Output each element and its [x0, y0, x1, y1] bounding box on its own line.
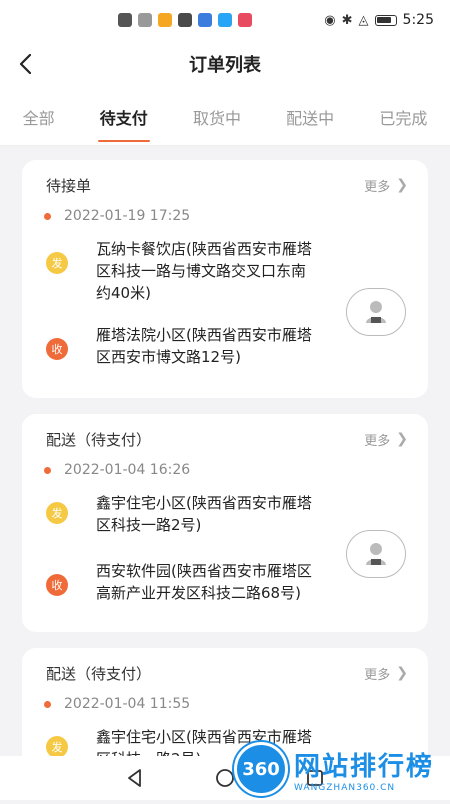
more-label: 更多	[364, 179, 391, 195]
eye-icon: ◉	[324, 12, 336, 28]
more-label: 更多	[364, 667, 391, 683]
order-card[interactable]: 待接单 更多 ❯ 2022-01-19 17:25 发 瓦纳卡餐饮店(陕西省西安…	[22, 160, 428, 398]
watermark-title: 网站排行榜	[294, 751, 435, 782]
chevron-right-icon: ❯	[396, 431, 408, 447]
sender-badge: 发	[46, 736, 68, 758]
app-icon	[178, 13, 192, 27]
wifi-icon	[138, 13, 152, 27]
receiver-badge: 收	[46, 574, 68, 596]
time-dot-icon	[44, 212, 51, 220]
chevron-right-icon: ❯	[396, 177, 408, 193]
sender-address: 瓦纳卡餐饮店(陕西省西安市雁塔区科技一路与博文路交叉口东南约40米)	[96, 240, 312, 302]
tab-pending-payment[interactable]: 待支付	[97, 88, 150, 146]
nav-back-icon[interactable]	[124, 767, 146, 789]
watermark-subtitle: WANGZHAN360.CN	[294, 782, 396, 793]
mute-icon: ◬	[358, 12, 369, 28]
receiver-badge: 收	[46, 338, 68, 360]
order-status: 待接单	[46, 176, 92, 195]
sender-row: 发 鑫宇住宅小区(陕西省西安市雁塔区科技一路2号)	[46, 492, 408, 536]
order-status: 配送（待支付）	[46, 664, 152, 683]
order-time: 2022-01-19 17:25	[64, 208, 191, 224]
more-button[interactable]: 更多 ❯	[364, 430, 408, 449]
watermark-badge: 360	[234, 742, 288, 796]
order-card[interactable]: 配送（待支付） 更多 ❯ 2022-01-04 16:26 发 鑫宇住宅小区(陕…	[22, 414, 428, 632]
app-icon	[238, 13, 252, 27]
tab-completed[interactable]: 已完成	[377, 88, 429, 146]
sender-badge: 发	[46, 252, 68, 274]
time-dot-icon	[44, 466, 51, 474]
header: 订单列表	[0, 40, 450, 88]
receiver-address: 雁塔法院小区(陕西省西安市雁塔区西安市博文路12号)	[96, 326, 312, 366]
chevron-right-icon: ❯	[396, 665, 408, 681]
order-tabs: 全部 待支付 取货中 配送中 已完成	[0, 88, 450, 146]
order-status: 配送（待支付）	[46, 430, 152, 449]
app-icon	[158, 13, 172, 27]
tab-all[interactable]: 全部	[21, 88, 57, 146]
courier-icon	[366, 543, 386, 565]
order-time: 2022-01-04 11:55	[64, 696, 191, 712]
battery-icon	[374, 14, 397, 26]
order-time: 2022-01-04 16:26	[64, 462, 191, 478]
back-arrow-icon[interactable]	[12, 50, 40, 78]
more-button[interactable]: 更多 ❯	[364, 176, 408, 195]
app-icon	[218, 13, 232, 27]
status-time: 5:25	[402, 12, 434, 28]
status-icons-right: ◉ ✱ ◬ 5:25	[324, 12, 434, 28]
status-icons-left	[118, 13, 252, 27]
receiver-address: 西安软件园(陕西省西安市雁塔区高新产业开发区科技二路68号)	[96, 562, 312, 602]
courier-icon	[366, 301, 386, 323]
tab-picking-up[interactable]: 取货中	[191, 88, 243, 146]
receiver-row: 收 雁塔法院小区(陕西省西安市雁塔区西安市博文路12号)	[46, 324, 408, 368]
courier-button[interactable]	[346, 530, 406, 578]
tab-delivering[interactable]: 配送中	[284, 88, 336, 146]
bluetooth-icon: ✱	[341, 12, 353, 28]
more-button[interactable]: 更多 ❯	[364, 664, 408, 683]
time-dot-icon	[44, 700, 51, 708]
watermark-logo: 360 网站排行榜 WANGZHAN360.CN	[228, 738, 450, 800]
order-list: 待接单 更多 ❯ 2022-01-19 17:25 发 瓦纳卡餐饮店(陕西省西安…	[22, 160, 428, 804]
more-label: 更多	[364, 433, 391, 449]
sender-address: 鑫宇住宅小区(陕西省西安市雁塔区科技一路2号)	[96, 494, 312, 534]
notification-icon	[118, 13, 132, 27]
sender-badge: 发	[46, 502, 68, 524]
app-icon	[198, 13, 212, 27]
status-bar: ◉ ✱ ◬ 5:25	[0, 0, 450, 40]
page-title: 订单列表	[189, 55, 261, 76]
courier-button[interactable]	[346, 288, 406, 336]
